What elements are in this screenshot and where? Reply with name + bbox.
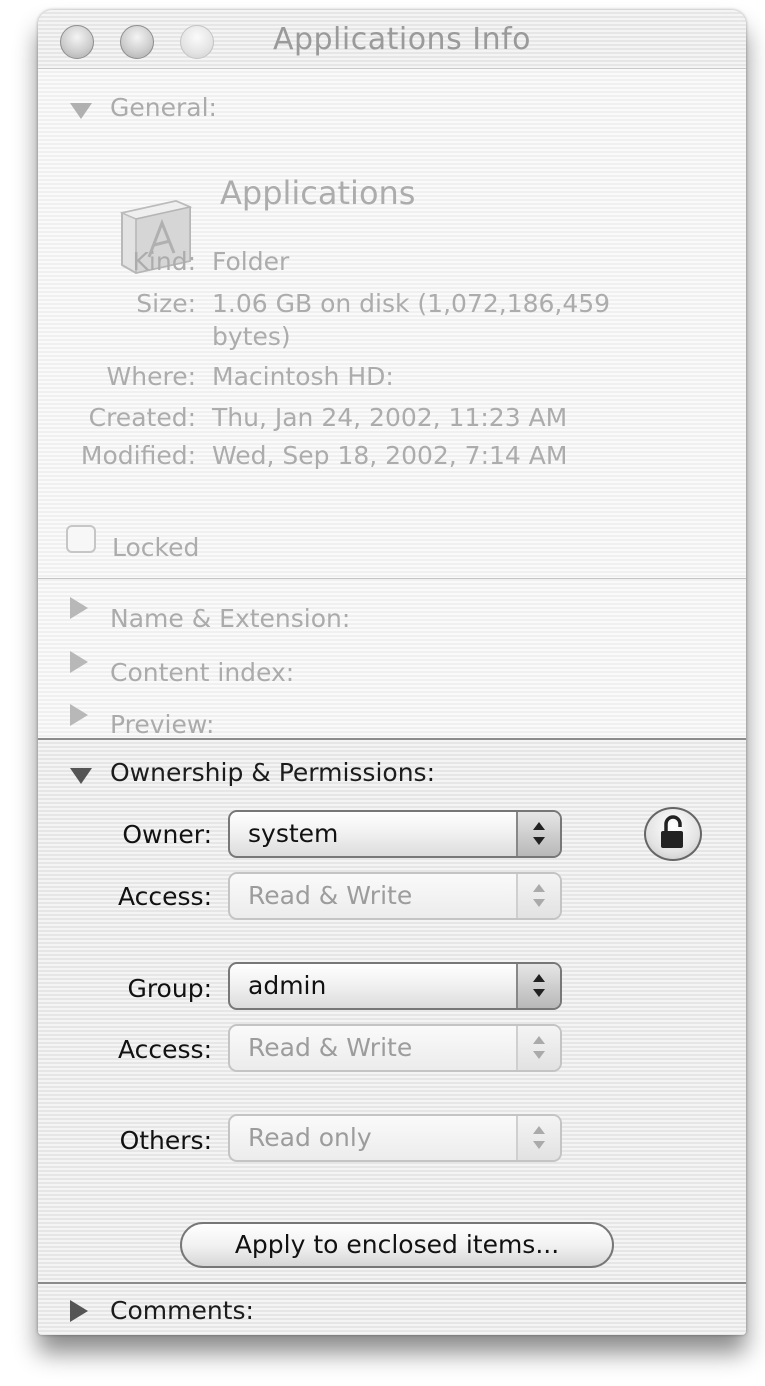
modified-value: Wed, Sep 18, 2002, 7:14 AM xyxy=(212,441,568,470)
item-name: Applications xyxy=(220,174,416,212)
kind-label: Kind: xyxy=(132,247,196,276)
ownership-panel: Ownership & Permissions: Owner: system A… xyxy=(38,738,746,1335)
section-ownership-label[interactable]: Ownership & Permissions: xyxy=(110,758,435,787)
disclosure-triangle-collapsed-icon[interactable] xyxy=(70,1300,88,1322)
owner-access-popup[interactable]: Read & Write xyxy=(228,872,562,920)
general-panel: General: Applications Kind: Folder Size:… xyxy=(38,68,746,739)
owner-access-popup-value: Read & Write xyxy=(248,881,413,910)
size-label: Size: xyxy=(136,289,196,318)
padlock-icon xyxy=(661,815,683,848)
lock-button[interactable] xyxy=(644,807,702,861)
disclosure-triangle-collapsed-icon[interactable] xyxy=(70,704,88,726)
group-popup[interactable]: admin xyxy=(228,962,562,1010)
group-access-popup-value: Read & Write xyxy=(248,1033,413,1062)
size-value: 1.06 GB on disk (1,072,186,459 xyxy=(212,289,611,318)
owner-access-label: Access: xyxy=(117,882,212,911)
group-popup-value: admin xyxy=(248,971,327,1000)
disclosure-triangle-collapsed-icon[interactable] xyxy=(70,597,88,619)
group-access-popup[interactable]: Read & Write xyxy=(228,1024,562,1072)
title-bar[interactable]: Applications Info xyxy=(38,10,746,68)
locked-label[interactable]: Locked xyxy=(112,533,199,562)
created-value: Thu, Jan 24, 2002, 11:23 AM xyxy=(212,403,568,432)
apply-to-enclosed-button[interactable]: Apply to enclosed items... xyxy=(180,1222,614,1268)
owner-popup-value: system xyxy=(248,819,339,848)
info-window: Applications Info General: Applications … xyxy=(38,10,746,1335)
where-label: Where: xyxy=(106,362,196,391)
section-name-extension[interactable]: Name & Extension: xyxy=(110,604,350,633)
others-label: Others: xyxy=(119,1126,212,1155)
window-title: Applications Info xyxy=(272,22,532,57)
others-popup-value: Read only xyxy=(248,1123,372,1152)
locked-checkbox[interactable] xyxy=(66,525,96,553)
section-general-label[interactable]: General: xyxy=(110,93,217,122)
section-comments[interactable]: Comments: xyxy=(110,1296,254,1325)
where-value: Macintosh HD: xyxy=(212,362,394,391)
disclosure-triangle-expanded-icon[interactable] xyxy=(70,768,92,784)
section-divider xyxy=(38,1282,746,1284)
popup-arrows-icon xyxy=(516,1026,560,1070)
group-label: Group: xyxy=(127,974,212,1003)
popup-arrows-icon xyxy=(516,1116,560,1160)
modified-label: Modified: xyxy=(80,441,196,470)
section-content-index[interactable]: Content index: xyxy=(110,658,294,687)
created-label: Created: xyxy=(88,403,196,432)
popup-arrows-icon xyxy=(516,964,560,1008)
owner-label: Owner: xyxy=(122,820,212,849)
group-access-label: Access: xyxy=(117,1035,212,1064)
others-access-popup[interactable]: Read only xyxy=(228,1114,562,1162)
disclosure-triangle-expanded-icon[interactable] xyxy=(70,103,92,119)
kind-value: Folder xyxy=(212,247,290,276)
section-preview[interactable]: Preview: xyxy=(110,710,214,739)
popup-arrows-icon xyxy=(516,874,560,918)
disclosure-triangle-collapsed-icon[interactable] xyxy=(70,651,88,673)
section-divider xyxy=(38,578,746,579)
size-value-continued: bytes) xyxy=(212,322,291,351)
popup-arrows-icon xyxy=(516,812,560,856)
owner-popup[interactable]: system xyxy=(228,810,562,858)
